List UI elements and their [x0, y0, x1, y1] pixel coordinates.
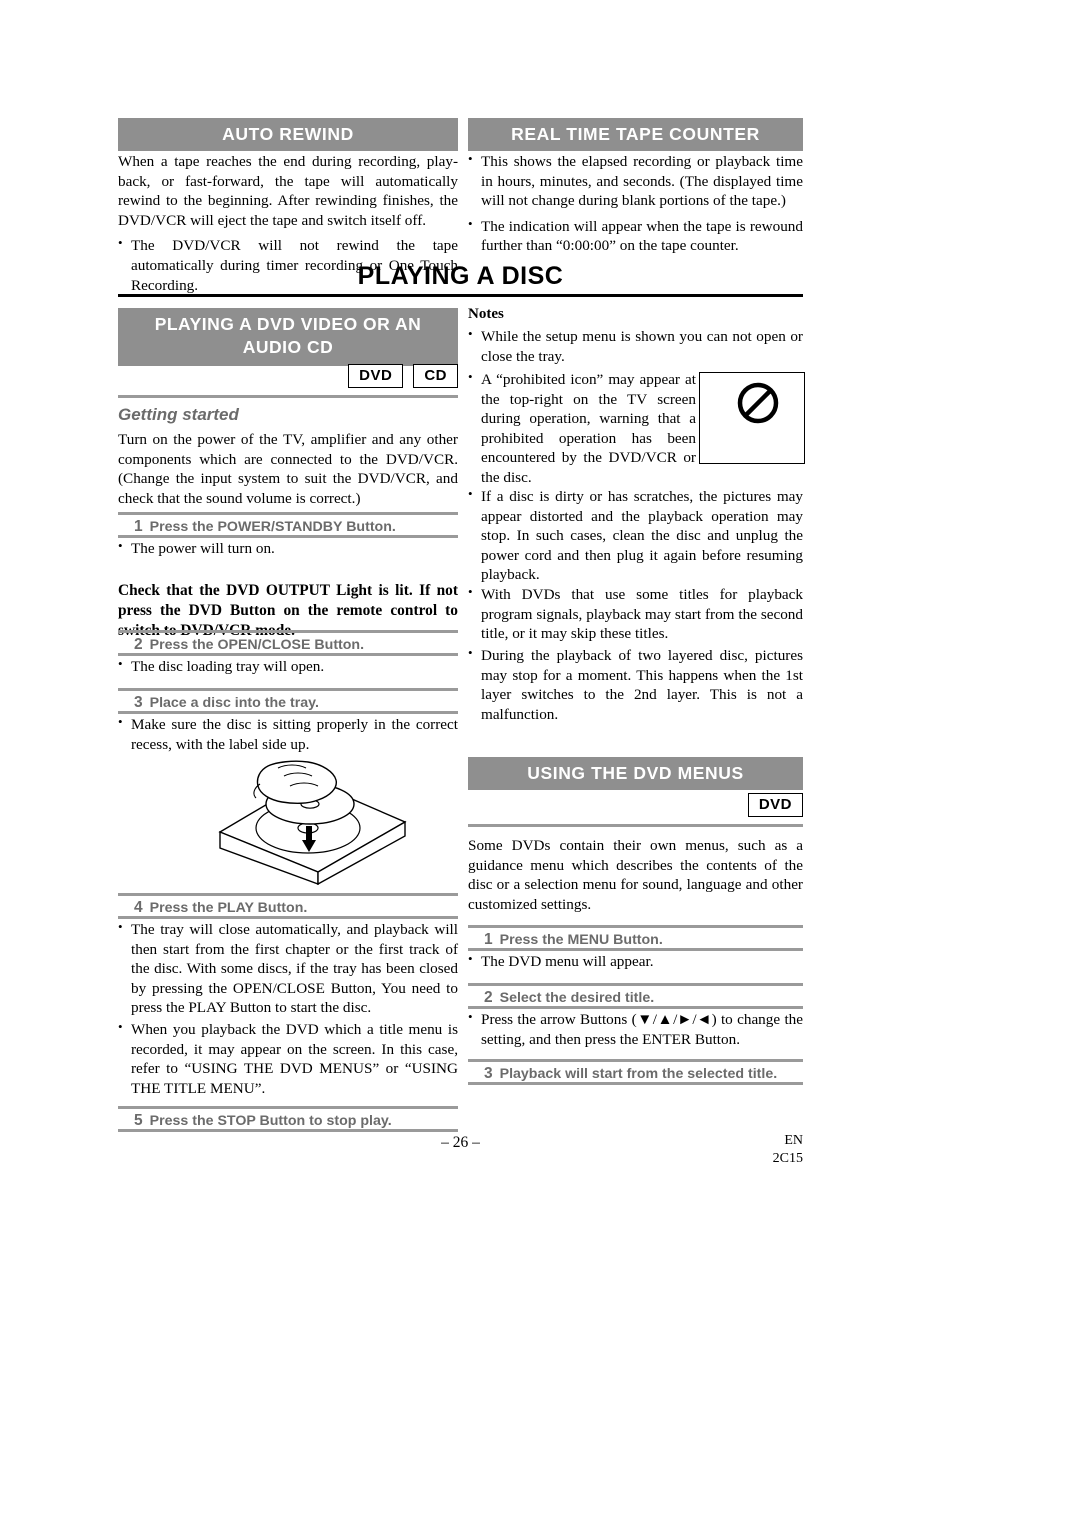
step-5-text: Press the STOP Button to stop play.: [149, 1113, 392, 1129]
step-5: 5 Press the STOP Button to stop play.: [134, 1112, 392, 1130]
after-step1-text: The power will turn on.: [118, 538, 458, 559]
using-dvd-menus-intro-text: Some DVDs contain their own menus, such …: [468, 837, 803, 913]
step4-rule-bottom: [118, 916, 458, 919]
after-step1: The power will turn on.: [118, 538, 458, 559]
after-step4-a: The tray will close automatically, and p…: [118, 919, 458, 1018]
getting-started-label: Getting started: [118, 405, 239, 424]
real-time-tape-counter-body: This shows the elapsed recording or play…: [468, 151, 803, 256]
getting-started-body: Turn on the power of the TV, amplifier a…: [118, 430, 458, 508]
using-dvd-menus-intro: Some DVDs contain their own menus, such …: [468, 836, 803, 914]
step-1-number: 1: [134, 518, 143, 535]
menus-after-step1-text: The DVD menu will appear.: [468, 951, 803, 972]
step1-rule-bottom: [118, 535, 458, 538]
after-step3-text: Make sure the disc is sitting properly i…: [118, 714, 458, 754]
step-1: 1 Press the POWER/STANDBY Button.: [134, 518, 396, 536]
tape-counter-bullet-2: The indication will appear when the tape…: [468, 216, 803, 256]
after-step4-b: When you playback the DVD which a title …: [118, 1019, 458, 1098]
badge-rule: [118, 395, 458, 398]
step-2-number: 2: [134, 636, 143, 653]
heading-line-2: AUDIO CD: [242, 337, 334, 357]
menus-step-3-text: Playback will start from the selected ti…: [499, 1066, 778, 1082]
menus-step-1: 1 Press the MENU Button.: [484, 931, 663, 949]
note-2: A “prohibited icon” may appear at the to…: [468, 369, 696, 488]
badge-cd: CD: [413, 364, 458, 388]
note-2-text: A “prohibited icon” may appear at the to…: [468, 369, 696, 488]
menus-after-step2: Press the arrow Buttons (▼/▲/►/◄) to cha…: [468, 1009, 803, 1049]
footer-lang: EN 2C15: [703, 1132, 803, 1167]
step-3-number: 3: [134, 694, 143, 711]
footer-code-text: 2C15: [772, 1150, 803, 1166]
step1-rule-top: [118, 512, 458, 515]
note-5-text: During the playback of two layered disc,…: [468, 645, 803, 724]
badge-dvd: DVD: [348, 364, 404, 388]
section-heading-using-dvd-menus: USING THE DVD MENUS: [468, 757, 803, 790]
after-step4-b-text: When you playback the DVD which a title …: [118, 1019, 458, 1098]
menus-step-1-text: Press the MENU Button.: [499, 932, 663, 948]
step-2-text: Press the OPEN/CLOSE Button.: [149, 637, 365, 653]
note-1: While the setup menu is shown you can no…: [468, 326, 803, 366]
heading-line-1: PLAYING A DVD VIDEO OR AN: [154, 314, 422, 334]
step3-rule-bottom: [118, 711, 458, 714]
menus-step2-rule-bottom: [468, 1006, 803, 1009]
page-number: – 26 –: [441, 1134, 480, 1151]
footer-lang-text: EN: [784, 1133, 803, 1148]
using-dvd-menus-badges: DVD: [468, 793, 803, 817]
note-3: If a disc is dirty or has scratches, the…: [468, 486, 803, 585]
after-step2: The disc loading tray will open.: [118, 656, 458, 677]
disc-loading-illustration: [218, 760, 407, 885]
step3-rule-top: [118, 688, 458, 691]
note-4-text: With DVDs that use some titles for playb…: [468, 584, 803, 644]
step-3-text: Place a disc into the tray.: [149, 695, 319, 711]
manual-page: AUTO REWIND When a tape reaches the end …: [0, 0, 1080, 1527]
note-3-text: If a disc is dirty or has scratches, the…: [468, 486, 803, 585]
page-title: PLAYING A DISC: [357, 262, 564, 290]
notes-title: Notes: [468, 306, 504, 322]
section-heading-playing-dvd-video: PLAYING A DVD VIDEO OR AN AUDIO CD: [118, 308, 458, 366]
menus-step-3-number: 3: [484, 1065, 493, 1082]
prohibited-icon-box: [699, 372, 805, 464]
after-step3: Make sure the disc is sitting properly i…: [118, 714, 458, 754]
menus-step-2-number: 2: [484, 989, 493, 1006]
after-step2-text: The disc loading tray will open.: [118, 656, 458, 677]
note-1-text: While the setup menu is shown you can no…: [468, 326, 803, 366]
menus-after-step2-text: Press the arrow Buttons (▼/▲/►/◄) to cha…: [468, 1009, 803, 1049]
section-heading-real-time-tape-counter: REAL TIME TAPE COUNTER: [468, 118, 803, 151]
step-2: 2 Press the OPEN/CLOSE Button.: [134, 636, 364, 654]
media-badges: DVD CD: [118, 364, 458, 388]
menus-step-1-number: 1: [484, 931, 493, 948]
tape-counter-bullet-1: This shows the elapsed recording or play…: [468, 151, 803, 211]
menus-step-3: 3 Playback will start from the selected t…: [484, 1065, 777, 1083]
step5-rule-top: [118, 1106, 458, 1109]
menus-step2-rule-top: [468, 983, 803, 986]
menus-step3-rule-top: [468, 1059, 803, 1062]
menus-step-2: 2 Select the desired title.: [484, 989, 654, 1007]
step-4-text: Press the PLAY Button.: [149, 900, 308, 916]
after-step4-a-text: The tray will close automatically, and p…: [118, 919, 458, 1018]
title-rule: [118, 294, 803, 297]
step-1-text: Press the POWER/STANDBY Button.: [149, 519, 396, 535]
section-heading-auto-rewind: AUTO REWIND: [118, 118, 458, 151]
step5-rule-bottom: [118, 1129, 458, 1132]
badge-dvd-menus: DVD: [747, 793, 803, 817]
step-5-number: 5: [134, 1112, 143, 1129]
step4-rule-top: [118, 893, 458, 896]
menus-step1-rule-top: [468, 925, 803, 928]
using-dvd-menus-badge-rule: [468, 824, 803, 827]
menus-after-step1: The DVD menu will appear.: [468, 951, 803, 972]
note-4: With DVDs that use some titles for playb…: [468, 584, 803, 644]
note-5: During the playback of two layered disc,…: [468, 645, 803, 724]
menus-step-2-text: Select the desired title.: [499, 990, 655, 1006]
getting-started-text: Turn on the power of the TV, amplifier a…: [118, 431, 458, 507]
prohibited-icon: [737, 382, 779, 424]
step2-rule-bottom: [118, 653, 458, 656]
step-4-number: 4: [134, 899, 143, 916]
auto-rewind-paragraph: When a tape reaches the end during recor…: [118, 153, 458, 229]
menus-step3-rule-bottom: [468, 1082, 803, 1085]
step-3: 3 Place a disc into the tray.: [134, 694, 319, 712]
step-4: 4 Press the PLAY Button.: [134, 899, 307, 917]
step2-rule-top: [118, 630, 458, 633]
menus-step1-rule-bottom: [468, 948, 803, 951]
